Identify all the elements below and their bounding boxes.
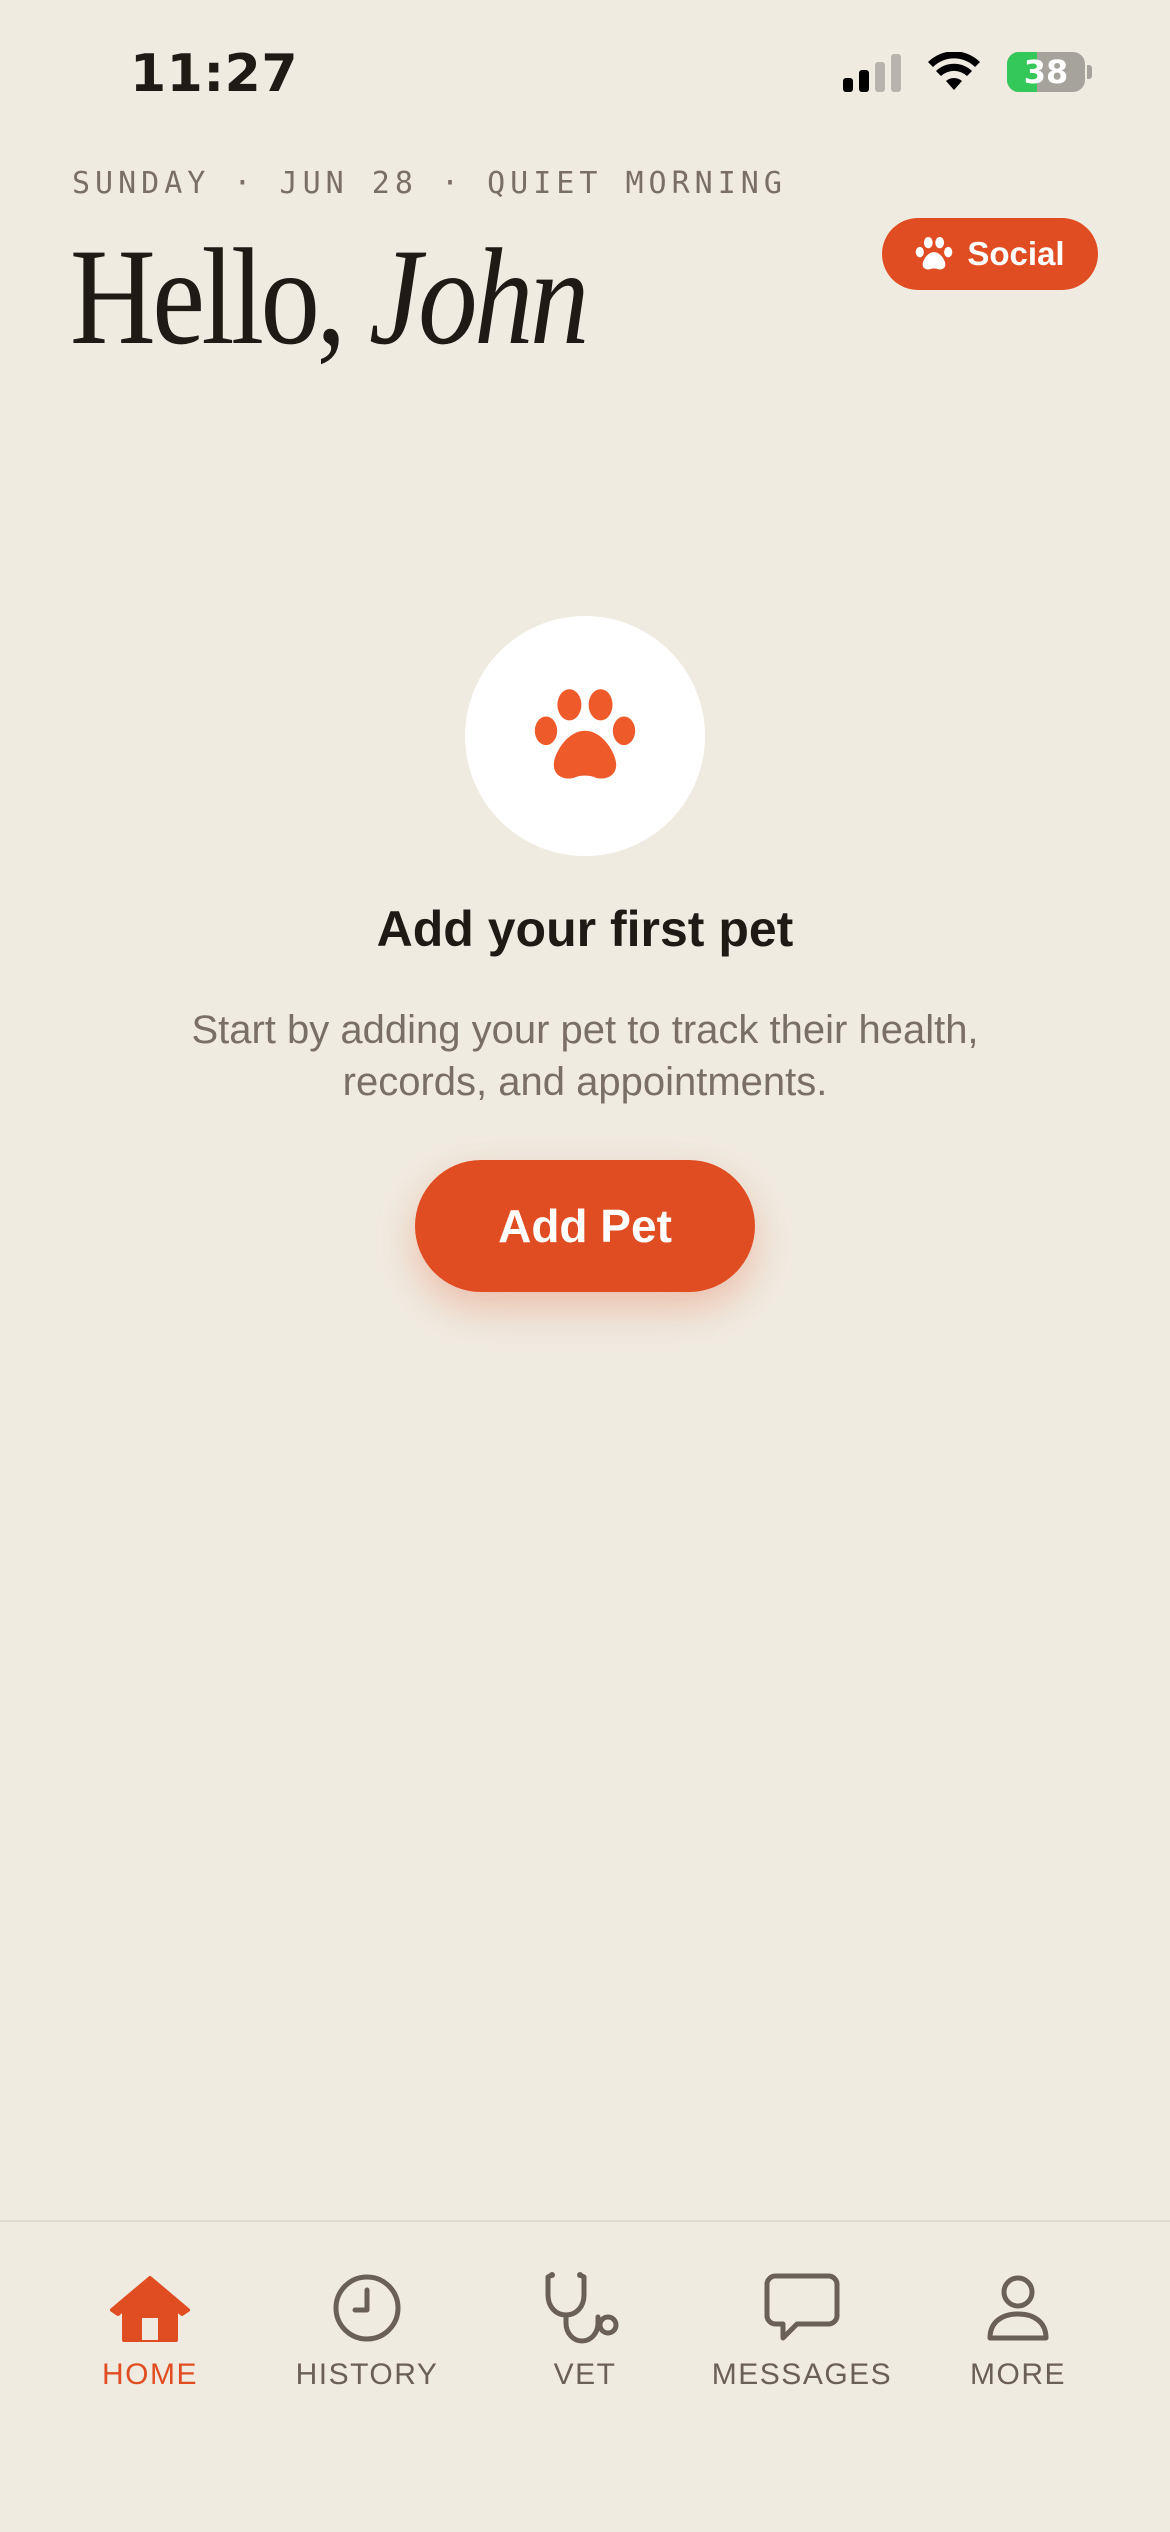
greeting-text: Hello,	[70, 220, 346, 373]
paw-icon	[916, 236, 953, 270]
social-button-label: Social	[967, 235, 1065, 272]
tab-label: VET	[553, 2358, 617, 2391]
social-button[interactable]: Social	[882, 218, 1098, 290]
person-icon	[987, 2275, 1049, 2341]
stethoscope-icon	[545, 2272, 619, 2344]
bottom-tab-bar: HOME HISTORY VET MESSAGES MORE	[0, 2220, 1170, 2532]
home-icon	[110, 2276, 190, 2342]
paw-icon	[534, 689, 636, 779]
status-icons: 38	[843, 52, 1092, 92]
cellular-signal-icon	[843, 52, 901, 92]
wifi-icon	[928, 52, 980, 90]
date-line: SUNDAY · JUN 28 · QUIET MORNING	[72, 166, 787, 201]
user-name: John	[368, 220, 589, 373]
status-time: 11:27	[130, 44, 299, 104]
tab-history[interactable]: HISTORY	[267, 2268, 467, 2392]
chat-bubble-icon	[764, 2273, 840, 2341]
greeting-title: Hello, John	[70, 228, 589, 366]
empty-state-title: Add your first pet	[376, 901, 794, 957]
battery-icon: 38	[1007, 52, 1085, 92]
tab-label: HOME	[102, 2358, 198, 2391]
tab-label: MESSAGES	[711, 2358, 893, 2391]
home-screen: 11:27 38 SUNDAY · JUN 28 · QUIET MORNING…	[0, 0, 1170, 2532]
clock-icon	[333, 2274, 401, 2342]
battery-level: 38	[1023, 53, 1069, 91]
tab-home[interactable]: HOME	[50, 2268, 250, 2392]
empty-state-description: Start by adding your pet to track their …	[191, 1008, 979, 1104]
add-pet-button[interactable]: Add Pet	[415, 1160, 755, 1292]
tab-label: MORE	[970, 2358, 1066, 2391]
pet-placeholder-avatar	[465, 616, 705, 856]
tab-vet[interactable]: VET	[485, 2268, 685, 2392]
tab-messages[interactable]: MESSAGES	[702, 2268, 902, 2392]
tab-more[interactable]: MORE	[918, 2268, 1118, 2392]
tab-label: HISTORY	[295, 2358, 439, 2391]
